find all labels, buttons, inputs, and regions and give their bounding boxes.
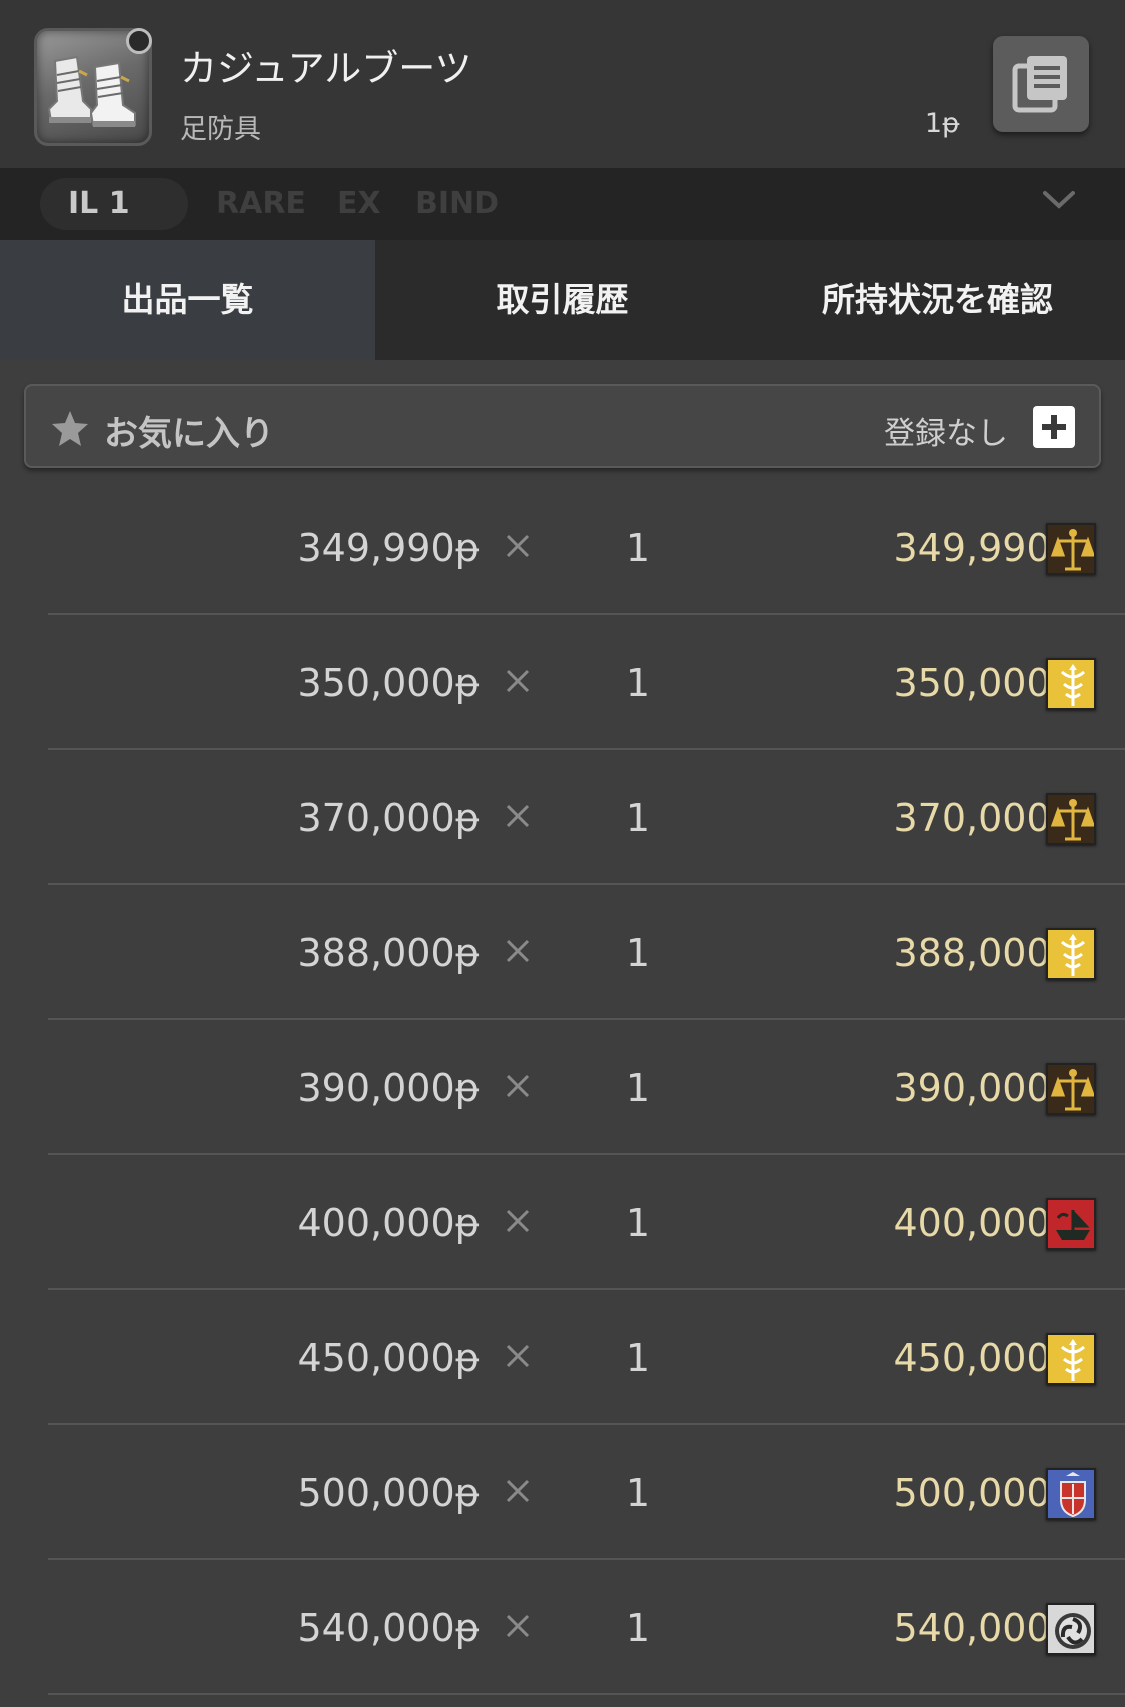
quantity: 1: [625, 1471, 651, 1515]
listing-row[interactable]: 350,000ᵽ 1 350,000ᵽ: [48, 615, 1125, 750]
item-status-badge: [126, 28, 152, 54]
favorite-status: 登録なし: [884, 416, 1008, 452]
unit-price: 370,000ᵽ: [297, 796, 481, 840]
plus-icon: [1042, 415, 1066, 439]
scales-crest-icon: [1046, 1063, 1096, 1115]
item-detail-button[interactable]: [993, 36, 1089, 132]
scales-crest-icon: [1046, 793, 1096, 845]
quantity: 1: [625, 1336, 651, 1380]
listing-row[interactable]: 400,000ᵽ 1 400,000ᵽ: [48, 1155, 1125, 1290]
quantity: 1: [625, 526, 651, 570]
unit-price: 350,000ᵽ: [297, 661, 481, 705]
total-price: 350,000ᵽ: [893, 661, 1077, 705]
ship-crest-icon: [1046, 1198, 1096, 1250]
total-price: 400,000ᵽ: [893, 1201, 1077, 1245]
scales-crest-icon: [1046, 523, 1096, 575]
item-category: 足防具: [180, 114, 261, 145]
item-header: カジュアルブーツ 足防具 1ᵽ: [0, 0, 1125, 168]
multiply-icon: [506, 1209, 530, 1233]
total-price: 370,000ᵽ: [893, 796, 1077, 840]
item-attribute-bar: IL 1 RARE EX BIND: [0, 168, 1125, 240]
quantity: 1: [625, 796, 651, 840]
unit-price: 450,000ᵽ: [297, 1336, 481, 1380]
document-icon: [1012, 56, 1067, 113]
quantity: 1: [625, 1606, 651, 1650]
swirl-crest-icon: [1046, 1603, 1096, 1655]
tab-history[interactable]: 取引履歴: [375, 240, 750, 360]
total-price: 540,000ᵽ: [893, 1606, 1077, 1650]
serpent-crest-icon: [1046, 1333, 1096, 1385]
multiply-icon: [506, 669, 530, 693]
unit-price: 349,990ᵽ: [297, 526, 481, 570]
total-price: 500,000ᵽ: [893, 1471, 1077, 1515]
serpent-crest-icon: [1046, 658, 1096, 710]
ex-tag: EX: [337, 186, 381, 221]
quantity: 1: [625, 1066, 651, 1110]
tab-bar: 出品一覧 取引履歴 所持状況を確認: [0, 240, 1125, 360]
item-price: 1ᵽ: [924, 108, 960, 139]
multiply-icon: [506, 1344, 530, 1368]
add-favorite-button[interactable]: [1033, 406, 1075, 448]
total-price: 349,990ᵽ: [893, 526, 1077, 570]
listing-row[interactable]: 388,000ᵽ 1 388,000ᵽ: [48, 885, 1125, 1020]
chevron-down-icon[interactable]: [1042, 190, 1076, 210]
listing-row[interactable]: 450,000ᵽ 1 450,000ᵽ: [48, 1290, 1125, 1425]
serpent-crest-icon: [1046, 928, 1096, 980]
total-price: 450,000ᵽ: [893, 1336, 1077, 1380]
total-price: 390,000ᵽ: [893, 1066, 1077, 1110]
unit-price: 500,000ᵽ: [297, 1471, 481, 1515]
unit-price: 390,000ᵽ: [297, 1066, 481, 1110]
quantity: 1: [625, 661, 651, 705]
multiply-icon: [506, 939, 530, 963]
listing-row[interactable]: 349,990ᵽ 1 349,990ᵽ: [48, 480, 1125, 615]
tab-inventory[interactable]: 所持状況を確認: [750, 240, 1125, 360]
tab-listings[interactable]: 出品一覧: [0, 240, 375, 360]
star-icon: [52, 411, 88, 446]
listing-row[interactable]: 500,000ᵽ 1 500,000ᵽ: [48, 1425, 1125, 1560]
multiply-icon: [506, 1074, 530, 1098]
listing-row[interactable]: 540,000ᵽ 1 540,000ᵽ: [48, 1560, 1125, 1695]
listing-row[interactable]: 370,000ᵽ 1 370,000ᵽ: [48, 750, 1125, 885]
listing-row[interactable]: 390,000ᵽ 1 390,000ᵽ: [48, 1020, 1125, 1155]
favorite-label: お気に入り: [104, 414, 274, 454]
bind-tag: BIND: [415, 186, 500, 221]
shield-crest-icon: [1046, 1468, 1096, 1520]
favorite-bar[interactable]: お気に入り 登録なし: [24, 384, 1101, 468]
item-name: カジュアルブーツ: [180, 47, 472, 90]
item-level: IL 1: [68, 186, 130, 221]
multiply-icon: [506, 1614, 530, 1638]
quantity: 1: [625, 1201, 651, 1245]
unit-price: 400,000ᵽ: [297, 1201, 481, 1245]
multiply-icon: [506, 534, 530, 558]
rare-tag: RARE: [216, 186, 306, 221]
quantity: 1: [625, 931, 651, 975]
total-price: 388,000ᵽ: [893, 931, 1077, 975]
multiply-icon: [506, 804, 530, 828]
multiply-icon: [506, 1479, 530, 1503]
unit-price: 388,000ᵽ: [297, 931, 481, 975]
unit-price: 540,000ᵽ: [297, 1606, 481, 1650]
